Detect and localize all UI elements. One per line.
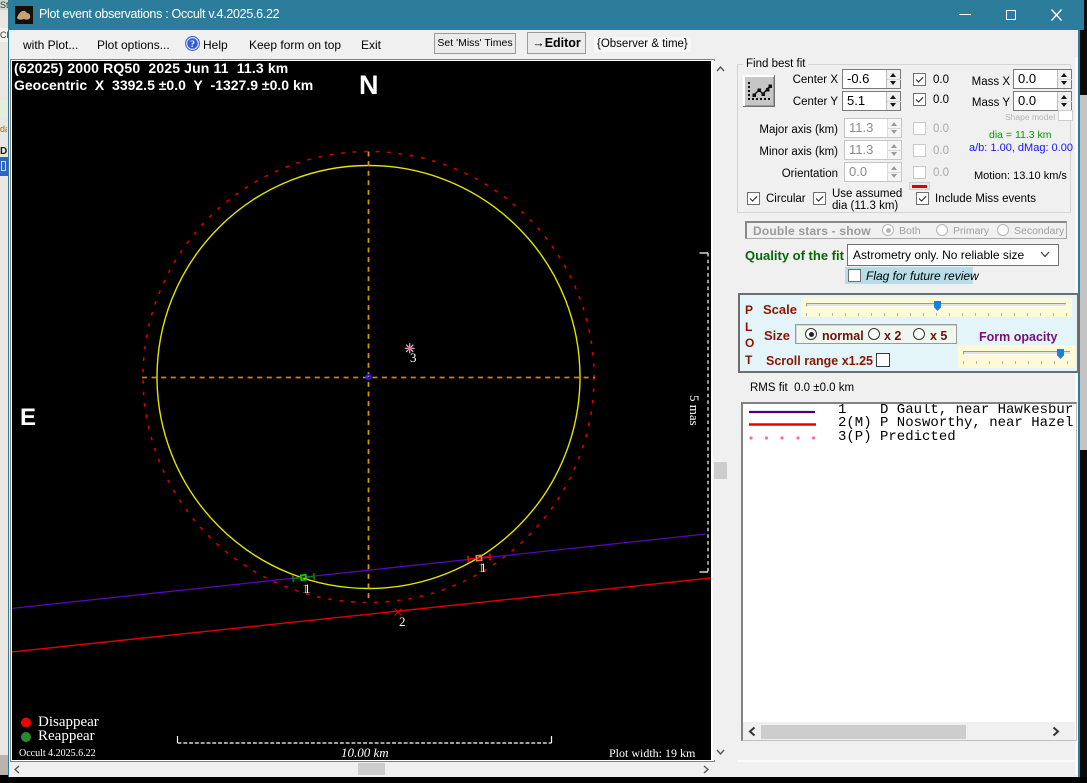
svg-text:?: ? — [190, 40, 195, 50]
